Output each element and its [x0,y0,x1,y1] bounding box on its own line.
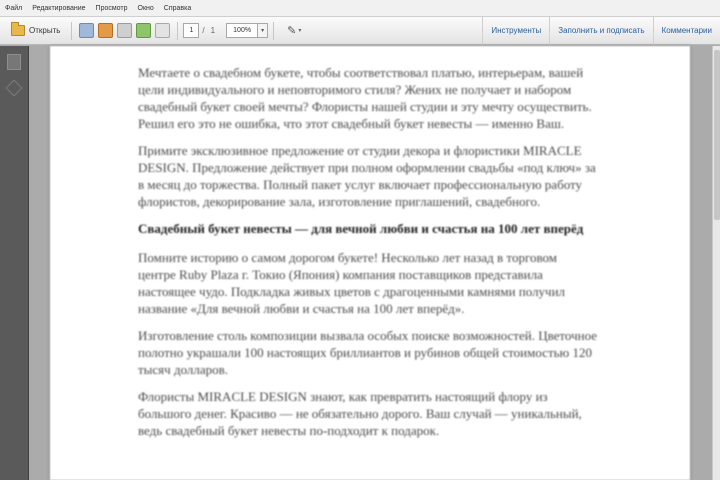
toolbar: Открыть 1 / 1 100% ▾ ✎ ▾ Инструменты Зап… [0,16,720,45]
folder-icon [11,22,25,36]
toolbar-separator [177,21,179,40]
open-button-label: Открыть [29,26,61,35]
document-page: Мечтаете о свадебном букете, чтобы соотв… [50,46,690,480]
menu-help[interactable]: Справка [159,5,196,12]
fill-sign-link[interactable]: Заполнить и подписать [549,16,652,45]
open-button[interactable]: Открыть [5,21,66,41]
share-icon[interactable] [136,23,152,38]
paragraph: Мечтаете о свадебном букете, чтобы соотв… [138,65,592,131]
email-icon[interactable] [155,23,171,38]
paragraph: Примите эксклюзивное предложение от студ… [138,143,596,209]
save-icon[interactable] [98,23,114,38]
chevron-down-icon: ▾ [261,28,265,34]
section-heading: Свадебный букет невесты — для вечной люб… [138,221,584,236]
menu-bar: Файл Редактирование Просмотр Окно Справк… [0,0,720,17]
paragraph: Флористы MIRACLE DESIGN знают, как превр… [138,389,582,438]
menu-edit[interactable]: Редактирование [27,5,90,12]
page-separator: / [202,26,205,35]
tools-link[interactable]: Инструменты [482,16,549,45]
chevron-down-icon[interactable]: ▾ [298,27,301,34]
toolbar-separator [273,21,275,40]
menu-window[interactable]: Окно [133,5,159,12]
menu-view[interactable]: Просмотр [91,5,133,12]
zoom-input[interactable]: 100% [226,23,259,38]
vertical-scrollbar[interactable] [712,46,720,480]
paragraph: Изготовление столь композиции вызвала ос… [138,328,598,377]
zoom-dropdown[interactable]: ▾ [258,23,269,38]
pen-tool-icon[interactable]: ✎ [287,24,296,37]
navigation-panel [0,46,29,480]
paragraph: Помните историю о самом дорогом букете! … [138,250,566,316]
attachment-icon[interactable] [5,79,23,97]
page-number-input[interactable]: 1 [183,23,200,38]
toolbar-separator [71,21,73,40]
page-total: 1 [210,26,216,35]
scrollbar-thumb[interactable] [714,50,720,220]
comments-link[interactable]: Комментарии [652,16,720,45]
page-thumbnails-icon[interactable] [7,54,21,70]
create-pdf-icon[interactable] [79,23,95,38]
menu-file[interactable]: Файл [0,5,27,12]
print-icon[interactable] [117,23,133,38]
document-content: Мечтаете о свадебном букете, чтобы соотв… [138,64,598,449]
